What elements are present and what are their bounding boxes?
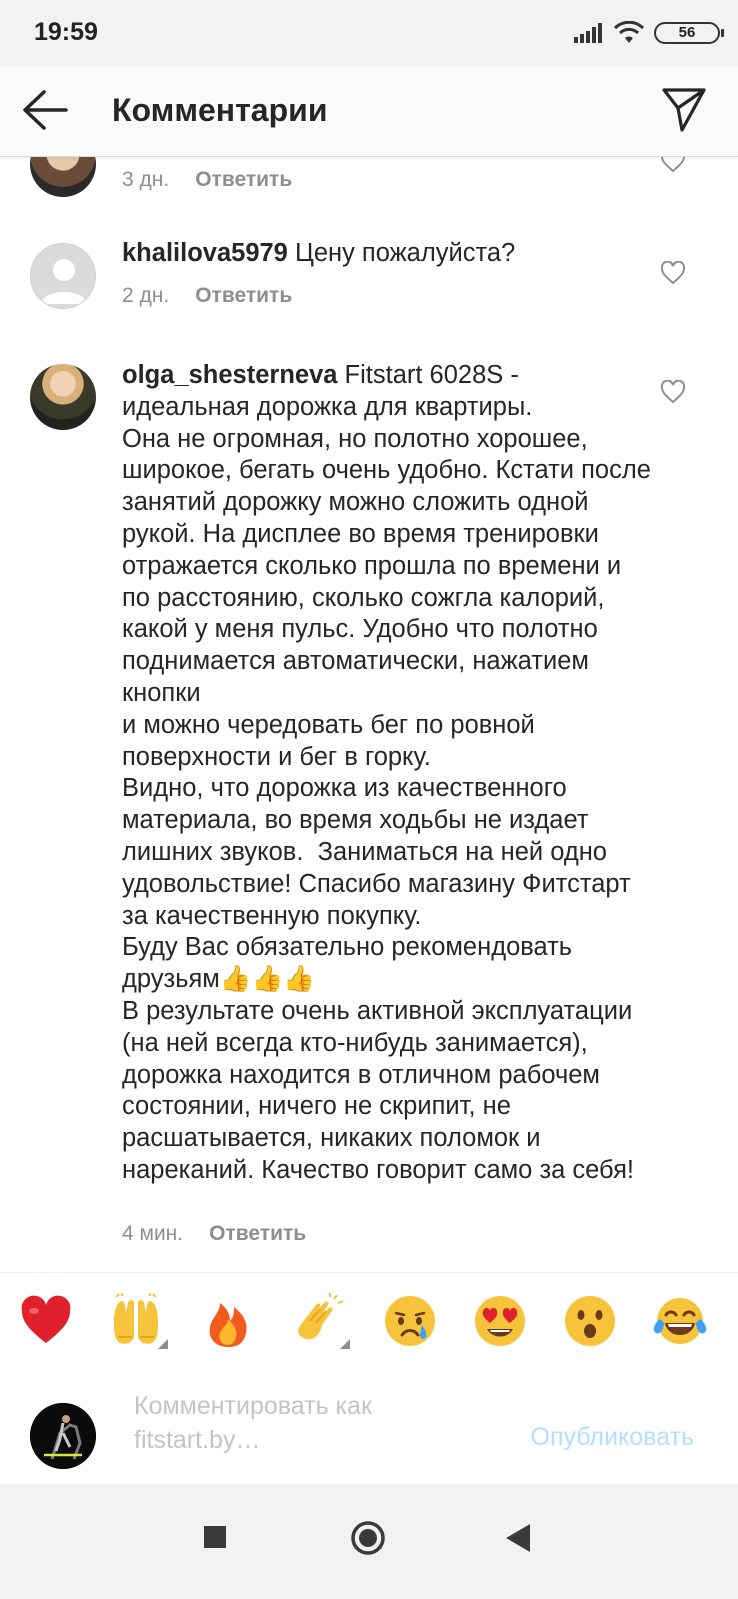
status-icons: 56 xyxy=(574,20,724,46)
comment-meta: 4 мин. Ответить xyxy=(122,1222,306,1246)
avatar[interactable] xyxy=(30,364,96,430)
home-circle-icon[interactable] xyxy=(350,1520,386,1556)
comment-meta: 2 дн. Ответить xyxy=(122,284,292,308)
signal-icon xyxy=(574,23,602,43)
status-bar: 19:59 56 xyxy=(0,0,738,66)
comment-input[interactable] xyxy=(134,1389,464,1461)
avatar xyxy=(30,1403,96,1469)
comment-meta: 3 дн. Ответить xyxy=(122,168,292,192)
heart-icon[interactable] xyxy=(660,380,686,404)
avatar[interactable] xyxy=(30,243,96,309)
fire-emoji-icon[interactable] xyxy=(200,1293,256,1349)
comment-body: Цену пожалуйста? xyxy=(287,239,516,267)
system-nav-bar xyxy=(0,1484,738,1599)
wifi-icon xyxy=(614,21,644,43)
publish-button[interactable]: Опубликовать xyxy=(531,1423,694,1452)
page-title: Комментарии xyxy=(112,92,328,128)
heart-icon[interactable] xyxy=(660,157,686,173)
raising-hands-emoji-icon[interactable] xyxy=(108,1293,164,1349)
default-avatar-icon xyxy=(41,259,87,304)
comment-text: olga_shesterneva Fitstart 6028S - идеаль… xyxy=(122,360,652,1187)
more-variants-indicator xyxy=(158,1339,168,1349)
back-triangle-icon[interactable] xyxy=(506,1524,530,1552)
comment-item: olga_shesterneva Fitstart 6028S - идеаль… xyxy=(0,360,738,1260)
send-direct-icon[interactable] xyxy=(660,84,708,134)
comments-list[interactable]: 3 дн. Ответить khalilova5979 Цену пожалу… xyxy=(0,157,738,1294)
clapping-hands-emoji-icon[interactable] xyxy=(290,1293,346,1349)
recents-square-icon[interactable] xyxy=(204,1526,226,1548)
heart-eyes-emoji-icon[interactable] xyxy=(472,1293,528,1349)
emoji-quick-bar xyxy=(0,1272,738,1366)
profile-photo-icon xyxy=(30,1403,96,1469)
back-arrow-icon[interactable] xyxy=(20,87,70,133)
heart-emoji-icon[interactable] xyxy=(18,1293,74,1349)
comment-item: khalilova5979 Цену пожалуйста? 2 дн. Отв… xyxy=(0,237,738,337)
comment-composer: Опубликовать xyxy=(0,1365,738,1483)
comment-username[interactable]: olga_shesterneva xyxy=(122,361,337,389)
more-variants-indicator xyxy=(340,1339,350,1349)
comment-time: 4 мин. xyxy=(122,1222,184,1245)
comment-time: 3 дн. xyxy=(122,168,170,191)
comment-body: Fitstart 6028S - идеальная дорожка для к… xyxy=(122,361,651,1184)
reply-button[interactable]: Ответить xyxy=(195,284,292,308)
comment-text: khalilova5979 Цену пожалуйста? xyxy=(122,238,652,270)
heart-icon[interactable] xyxy=(660,261,686,285)
app-header: Комментарии xyxy=(0,66,738,157)
comment-item: 3 дн. Ответить xyxy=(0,157,738,207)
tears-of-joy-emoji-icon[interactable] xyxy=(652,1293,708,1349)
avatar[interactable] xyxy=(30,157,96,197)
surprised-face-emoji-icon[interactable] xyxy=(562,1293,618,1349)
comment-username[interactable]: khalilova5979 xyxy=(122,239,288,267)
battery-icon: 56 xyxy=(654,22,724,44)
comment-time: 2 дн. xyxy=(122,284,170,307)
reply-button[interactable]: Ответить xyxy=(209,1222,306,1246)
status-time: 19:59 xyxy=(34,18,98,46)
reply-button[interactable]: Ответить xyxy=(195,168,292,192)
crying-face-emoji-icon[interactable] xyxy=(382,1293,438,1349)
